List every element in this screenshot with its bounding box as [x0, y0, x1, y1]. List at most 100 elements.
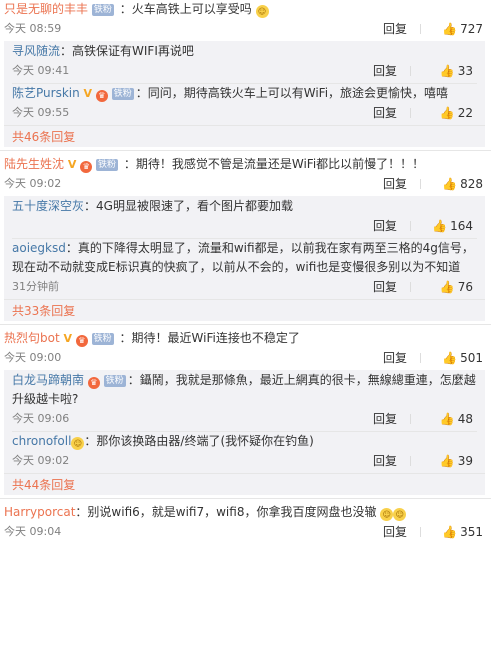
comment-text: ：别说wifi6，就是wifi7，wifi8，你拿我百度网盘也没辙	[75, 505, 377, 519]
reply-time: 今天 09:41	[12, 64, 70, 77]
reply-item: 寻风随流：高铁保证有WIFI再说吧 今天 09:41 回复 👍 33	[12, 42, 477, 84]
divider	[420, 24, 421, 34]
reply-text: ：真的下降得太明显了，流量和wifi都是，以前我在家有两至三格的4g信号，现在动…	[12, 241, 474, 274]
reply-username[interactable]: 白龙马蹄朝南	[12, 373, 84, 387]
reply-list: 白龙马蹄朝南 ♛ 铁粉 ：鑷鬧，我就是那條魚，最近上網真的很卡，無線總重連，怎麼越…	[4, 370, 485, 473]
reply-item: aoiegksd：真的下降得太明显了，流量和wifi都是，以前我在家有两至三格的…	[12, 239, 477, 299]
reply-button[interactable]: 回复	[373, 409, 397, 429]
thumbs-up-icon: 👍	[439, 64, 455, 78]
divider	[410, 221, 411, 231]
like-count: 828	[460, 177, 483, 191]
comment-item: 热烈句bot V ♛ 铁粉 ：期待！最近WiFi连接也不稳定了 今天 09:00…	[0, 329, 491, 368]
divider	[0, 498, 491, 499]
like-count: 501	[460, 351, 483, 365]
like-button[interactable]: 👍 76	[440, 277, 473, 297]
divider	[410, 456, 411, 466]
reply-button[interactable]: 回复	[383, 348, 407, 368]
emoji-icon: ☺	[393, 508, 407, 521]
like-count: 48	[457, 412, 473, 426]
divider	[410, 66, 411, 76]
reply-button[interactable]: 回复	[373, 61, 397, 81]
like-button[interactable]: 👍 48	[440, 409, 473, 429]
divider	[0, 150, 491, 151]
like-button[interactable]: 👍 22	[440, 103, 473, 123]
comment-list: 只是无聊的丰丰 铁粉 ：火车高铁上可以享受吗 ☺ 今天 08:59 回复 👍 7…	[0, 0, 491, 648]
like-button[interactable]: 👍 164	[432, 216, 473, 236]
divider	[410, 108, 411, 118]
reply-time: 今天 09:02	[12, 454, 70, 467]
comment-item: 陆先生姓沈 V ♛ 铁粉 ：期待！我感觉不管是流量还是WiFi都比以前慢了！！！…	[0, 155, 491, 194]
like-count: 164	[450, 219, 473, 233]
thumbs-up-icon: 👍	[439, 454, 455, 468]
like-button[interactable]: 👍 828	[442, 174, 483, 194]
comment-item: Harryporcat：别说wifi6，就是wifi7，wifi8，你拿我百度网…	[0, 503, 491, 542]
comment-username[interactable]: Harryporcat	[4, 505, 75, 519]
vip-v-icon: V	[83, 87, 93, 100]
comment-username[interactable]: 热烈句bot	[4, 331, 60, 345]
comment-time: 今天 08:59	[4, 22, 62, 35]
reply-button[interactable]: 回复	[373, 277, 397, 297]
like-count: 351	[460, 525, 483, 539]
comment-text: ：期待！我感觉不管是流量还是WiFi都比以前慢了！！！	[123, 157, 425, 171]
reply-username[interactable]: 寻风随流	[12, 44, 60, 58]
thumbs-up-icon: 👍	[442, 351, 458, 365]
reply-button[interactable]: 回复	[373, 103, 397, 123]
level-badge-icon: 铁粉	[111, 88, 134, 100]
comment-item: 只是无聊的丰丰 铁粉 ：火车高铁上可以享受吗 ☺ 今天 08:59 回复 👍 7…	[0, 0, 491, 39]
reply-button[interactable]: 回复	[383, 19, 407, 39]
like-button[interactable]: 👍 39	[440, 451, 473, 471]
reply-list: 寻风随流：高铁保证有WIFI再说吧 今天 09:41 回复 👍 33 陈艺Pur…	[4, 41, 485, 125]
thumbs-up-icon: 👍	[439, 106, 455, 120]
comment-time: 今天 09:02	[4, 177, 62, 190]
reply-text: ：4G明显被限速了，看个图片都要加载	[84, 199, 293, 213]
reply-time: 今天 09:06	[12, 412, 70, 425]
thumbs-up-icon: 👍	[442, 22, 458, 36]
member-crown-icon: ♛	[95, 90, 108, 102]
reply-time: 31分钟前	[12, 280, 59, 293]
reply-button[interactable]: 回复	[373, 451, 397, 471]
member-crown-icon: ♛	[87, 377, 100, 389]
emoji-icon: ☺	[380, 508, 394, 521]
level-badge-icon: 铁粉	[91, 4, 114, 16]
divider	[0, 324, 491, 325]
vip-v-icon: V	[63, 332, 73, 345]
divider	[420, 179, 421, 189]
thumbs-up-icon: 👍	[432, 219, 448, 233]
reply-text: ：同问，期待高铁火车上可以有WiFi，旅途会更愉快，嘻嘻	[135, 86, 449, 100]
like-count: 33	[457, 64, 473, 78]
comment-text: ：火车高铁上可以享受吗	[119, 2, 252, 16]
reply-text: ：高铁保证有WIFI再说吧	[60, 44, 194, 58]
like-count: 39	[457, 454, 473, 468]
thumbs-up-icon: 👍	[442, 177, 458, 191]
comment-time: 今天 09:04	[4, 525, 62, 538]
like-button[interactable]: 👍 351	[442, 522, 483, 542]
divider	[410, 282, 411, 292]
reply-item: 陈艺Purskin V ♛ 铁粉 ：同问，期待高铁火车上可以有WiFi，旅途会更愉…	[12, 84, 477, 125]
reply-username[interactable]: aoiegksd	[12, 241, 66, 255]
reply-button[interactable]: 回复	[373, 216, 397, 236]
more-replies-link[interactable]: 共46条回复	[4, 125, 485, 147]
member-crown-icon: ♛	[80, 161, 93, 173]
reply-item: 白龙马蹄朝南 ♛ 铁粉 ：鑷鬧，我就是那條魚，最近上網真的很卡，無線總重連，怎麼越…	[12, 371, 477, 432]
reply-text: ：那你该换路由器/终端了(我怀疑你在钓鱼)	[84, 434, 314, 448]
reply-username[interactable]: 五十度深空灰	[12, 199, 84, 213]
reply-button[interactable]: 回复	[383, 174, 407, 194]
reply-username[interactable]: chronofoll	[12, 434, 71, 448]
reply-button[interactable]: 回复	[383, 522, 407, 542]
more-replies-link[interactable]: 共33条回复	[4, 299, 485, 321]
reply-list: 五十度深空灰：4G明显被限速了，看个图片都要加载 回复 👍 164 aoiegk…	[4, 196, 485, 299]
reply-username[interactable]: 陈艺Purskin	[12, 86, 80, 100]
like-button[interactable]: 👍 33	[440, 61, 473, 81]
comment-username[interactable]: 只是无聊的丰丰	[4, 2, 88, 16]
comment-username[interactable]: 陆先生姓沈	[4, 157, 64, 171]
thumbs-up-icon: 👍	[442, 525, 458, 539]
like-button[interactable]: 👍 727	[442, 19, 483, 39]
reply-item: 五十度深空灰：4G明显被限速了，看个图片都要加载 回复 👍 164	[12, 197, 477, 239]
divider	[410, 414, 411, 424]
more-replies-link[interactable]: 共44条回复	[4, 473, 485, 495]
reply-item: chronofoll ☺ ：那你该换路由器/终端了(我怀疑你在钓鱼) 今天 09:0…	[12, 432, 477, 473]
emoji-icon: ☺	[71, 437, 85, 450]
level-badge-icon: 铁粉	[91, 333, 114, 345]
like-button[interactable]: 👍 501	[442, 348, 483, 368]
divider	[420, 527, 421, 537]
